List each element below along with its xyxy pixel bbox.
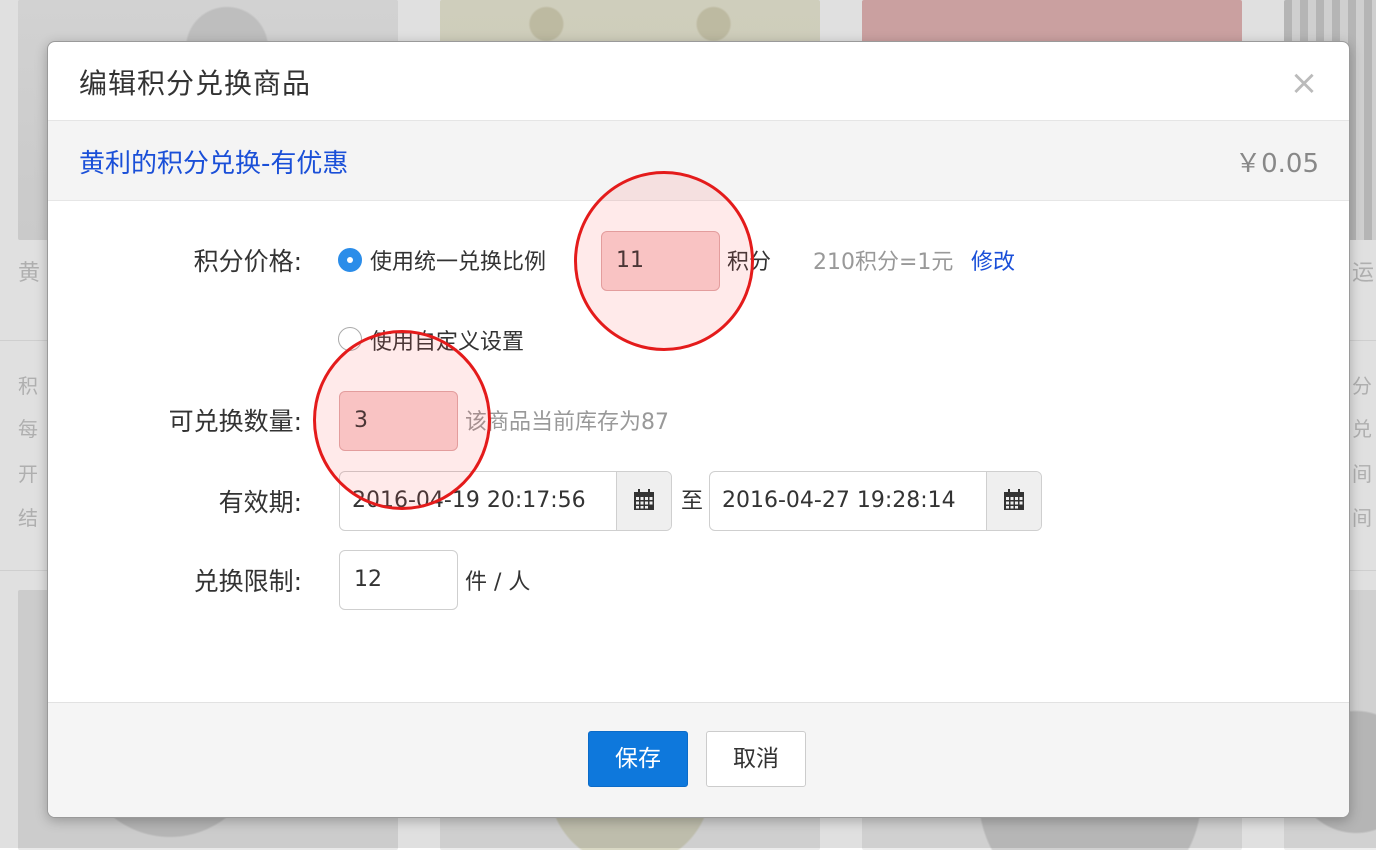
edit-points-product-dialog: 编辑积分兑换商品 × 黄利的积分兑换-有优惠 ￥0.05 积分价格: 使用统一兑… — [47, 41, 1350, 818]
points-value-input[interactable]: 11 — [601, 231, 720, 291]
close-icon[interactable]: × — [1289, 66, 1319, 100]
start-date-picker[interactable]: 2016-04-19 20:17:56 — [339, 471, 672, 531]
limit-unit: 件 / 人 — [465, 570, 531, 595]
dialog-footer: 保存 取消 — [48, 702, 1349, 817]
end-date-input[interactable]: 2016-04-27 19:28:14 — [722, 472, 956, 530]
points-ratio-text: 210积分=1元 — [813, 250, 954, 275]
start-date-input[interactable]: 2016-04-19 20:17:56 — [352, 472, 586, 530]
points-unit: 积分 — [727, 250, 772, 275]
modify-ratio-link[interactable]: 修改 — [971, 244, 1015, 276]
radio-unified-ratio[interactable] — [338, 248, 362, 272]
product-price: ￥0.05 — [1235, 149, 1319, 179]
calendar-icon — [1004, 489, 1024, 510]
dialog-header: 编辑积分兑换商品 × — [48, 42, 1349, 121]
dialog-title: 编辑积分兑换商品 — [79, 67, 312, 100]
end-date-picker[interactable]: 2016-04-27 19:28:14 — [709, 471, 1042, 531]
limit-label: 兑换限制: — [193, 567, 302, 596]
limit-input[interactable]: 12 — [339, 550, 458, 610]
validity-label: 有效期: — [218, 488, 302, 517]
save-button[interactable]: 保存 — [588, 731, 688, 787]
start-date-calendar-button[interactable] — [616, 472, 671, 530]
product-info-bar: 黄利的积分兑换-有优惠 ￥0.05 — [48, 121, 1349, 201]
quantity-input[interactable]: 3 — [339, 391, 458, 451]
calendar-icon — [634, 489, 654, 510]
date-range-separator: 至 — [681, 489, 704, 514]
quantity-label: 可兑换数量: — [168, 407, 302, 436]
points-price-label: 积分价格: — [193, 247, 302, 276]
product-name-link[interactable]: 黄利的积分兑换-有优惠 — [79, 143, 348, 180]
custom-setting-option-label[interactable]: 使用自定义设置 — [370, 324, 524, 356]
cancel-button[interactable]: 取消 — [706, 731, 806, 787]
end-date-calendar-button[interactable] — [986, 472, 1041, 530]
radio-custom-setting[interactable] — [338, 327, 362, 351]
stock-hint: 该商品当前库存为87 — [465, 410, 669, 435]
unified-ratio-option-label[interactable]: 使用统一兑换比例 — [370, 244, 546, 276]
